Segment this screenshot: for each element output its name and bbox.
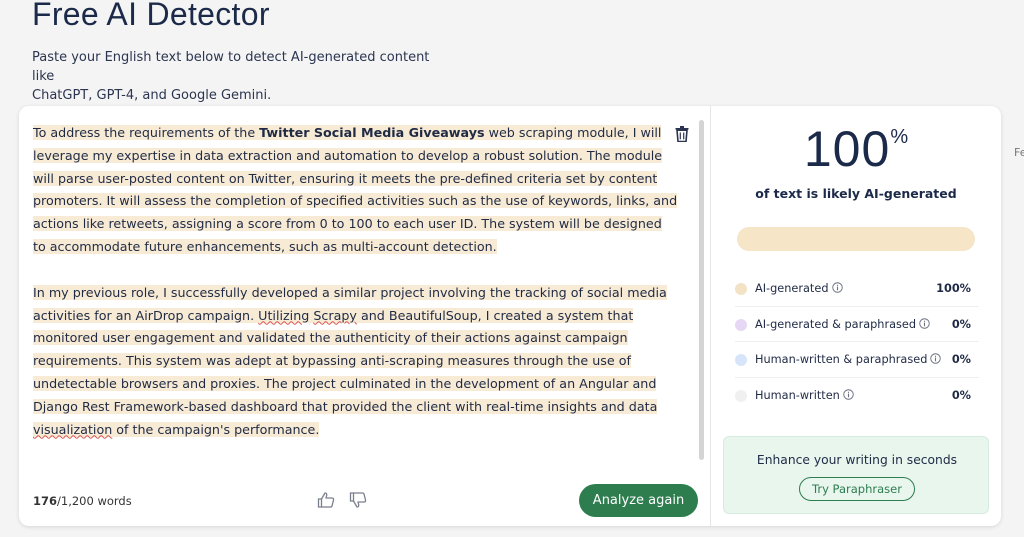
detector-card: To address the requirements of the Twitt…	[19, 106, 1001, 526]
legend-row-human-written: Human-written 0%	[735, 378, 979, 414]
spell-flag[interactable]: visualization	[33, 422, 112, 437]
paraphraser-promo: Enhance your writing in seconds Try Para…	[723, 436, 989, 514]
offscreen-label: Fe	[1014, 146, 1024, 159]
info-icon[interactable]	[843, 388, 854, 400]
paragraph-2: In my previous role, I successfully deve…	[33, 284, 667, 437]
try-paraphraser-button[interactable]: Try Paraphraser	[799, 477, 915, 501]
legend-dot	[735, 389, 747, 402]
score-caption: of text is likely AI-generated	[755, 186, 957, 201]
thumbs-down-icon[interactable]	[349, 491, 367, 509]
thumbs-up-icon[interactable]	[317, 491, 335, 509]
analyze-again-button[interactable]: Analyze again	[579, 484, 698, 517]
legend-dot	[735, 283, 747, 295]
result-legend: AI-generated 100% AI-generated & paraphr…	[735, 271, 979, 413]
trash-icon[interactable]	[675, 126, 689, 142]
info-icon[interactable]	[930, 353, 942, 364]
ai-progress-bar	[737, 227, 975, 251]
word-count: 176/1,200 words	[33, 494, 132, 508]
text-input-area[interactable]: To address the requirements of the Twitt…	[33, 122, 678, 464]
paragraph-1: To address the requirements of the Twitt…	[33, 125, 678, 254]
info-icon[interactable]	[919, 317, 930, 329]
legend-row-ai-generated: AI-generated 100%	[735, 271, 979, 307]
ai-progress-fill	[737, 227, 975, 251]
page-title: Free AI Detector	[32, 0, 270, 32]
page-subtitle: Paste your English text below to detect …	[32, 48, 452, 105]
legend-dot	[735, 318, 747, 331]
ai-score: 100%	[803, 121, 909, 177]
editor-scrollbar[interactable]	[699, 120, 704, 460]
promo-text: Enhance your writing in seconds	[756, 453, 958, 467]
info-icon[interactable]	[831, 282, 843, 293]
subtitle-line-1: Paste your English text below to detect …	[32, 50, 430, 84]
editor-pane: To address the requirements of the Twitt…	[19, 106, 711, 526]
legend-row-ai-paraphrased: AI-generated & paraphrased 0%	[735, 307, 979, 342]
legend-row-human-paraphrased: Human-written & paraphrased 0%	[735, 342, 979, 378]
results-pane: 100% of text is likely AI-generated AI-g…	[711, 106, 1001, 526]
spell-flag[interactable]: Scrapy	[313, 308, 357, 323]
spell-flag[interactable]: Utilizing	[258, 308, 309, 323]
subtitle-line-2: ChatGPT, GPT-4, and Google Gemini.	[32, 88, 272, 103]
legend-dot	[735, 354, 747, 366]
